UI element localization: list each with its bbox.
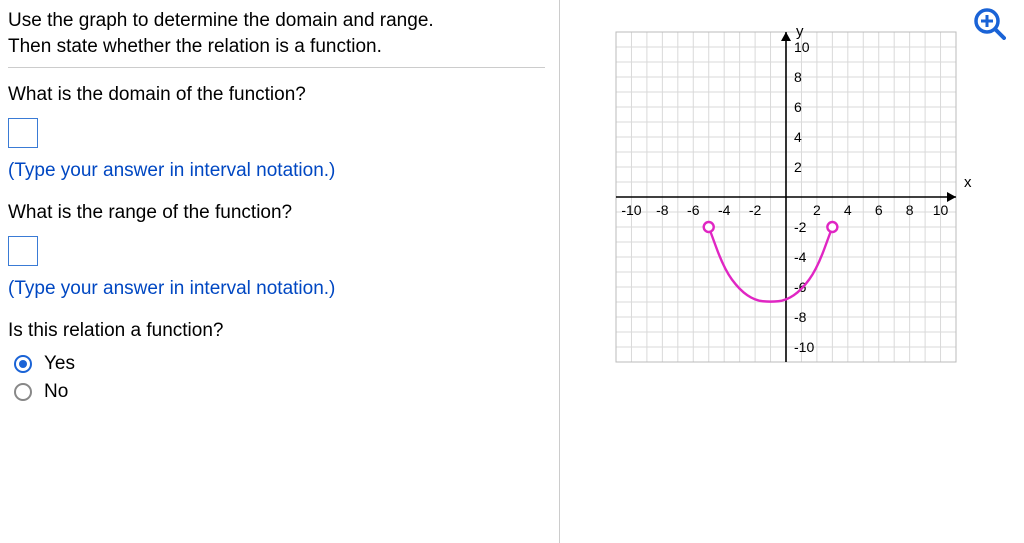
svg-text:-2: -2 xyxy=(749,202,762,218)
radio-row-no: No xyxy=(14,381,545,403)
svg-text:-10: -10 xyxy=(794,339,814,355)
domain-question-label: What is the domain of the function? xyxy=(8,82,545,108)
svg-text:10: 10 xyxy=(794,39,810,55)
svg-text:-10: -10 xyxy=(621,202,641,218)
radio-no-label: No xyxy=(44,381,68,403)
coordinate-graph: -10-8-6-4-2246810-10-8-6-4-2246810xy xyxy=(586,22,986,392)
radio-no[interactable] xyxy=(14,383,32,401)
svg-text:8: 8 xyxy=(906,202,914,218)
svg-text:x: x xyxy=(964,174,972,191)
svg-text:4: 4 xyxy=(844,202,852,218)
svg-text:-8: -8 xyxy=(656,202,669,218)
prompt-line-1: Use the graph to determine the domain an… xyxy=(8,8,545,34)
radio-yes-label: Yes xyxy=(44,353,75,375)
domain-hint: (Type your answer in interval notation.) xyxy=(8,160,545,182)
svg-text:6: 6 xyxy=(794,99,802,115)
svg-text:10: 10 xyxy=(933,202,949,218)
range-hint: (Type your answer in interval notation.) xyxy=(8,278,545,300)
svg-text:y: y xyxy=(796,23,804,40)
prompt-line-2: Then state whether the relation is a fun… xyxy=(8,34,545,60)
graph-panel: -10-8-6-4-2246810-10-8-6-4-2246810xy xyxy=(560,0,1024,543)
prompt-block: Use the graph to determine the domain an… xyxy=(8,8,545,68)
svg-text:6: 6 xyxy=(875,202,883,218)
svg-text:2: 2 xyxy=(794,159,802,175)
svg-text:4: 4 xyxy=(794,129,802,145)
svg-text:-4: -4 xyxy=(794,249,807,265)
svg-text:8: 8 xyxy=(794,69,802,85)
svg-text:-6: -6 xyxy=(687,202,700,218)
range-answer-input[interactable] xyxy=(8,236,38,266)
radio-yes[interactable] xyxy=(14,355,32,373)
radio-selected-dot xyxy=(19,360,27,368)
svg-text:-8: -8 xyxy=(794,309,807,325)
svg-text:2: 2 xyxy=(813,202,821,218)
isfunction-question-label: Is this relation a function? xyxy=(8,318,545,344)
range-question-label: What is the range of the function? xyxy=(8,200,545,226)
domain-answer-input[interactable] xyxy=(8,118,38,148)
radio-row-yes: Yes xyxy=(14,353,545,375)
svg-text:-2: -2 xyxy=(794,219,807,235)
page: Use the graph to determine the domain an… xyxy=(0,0,1024,543)
svg-text:-4: -4 xyxy=(718,202,731,218)
question-panel: Use the graph to determine the domain an… xyxy=(0,0,560,543)
